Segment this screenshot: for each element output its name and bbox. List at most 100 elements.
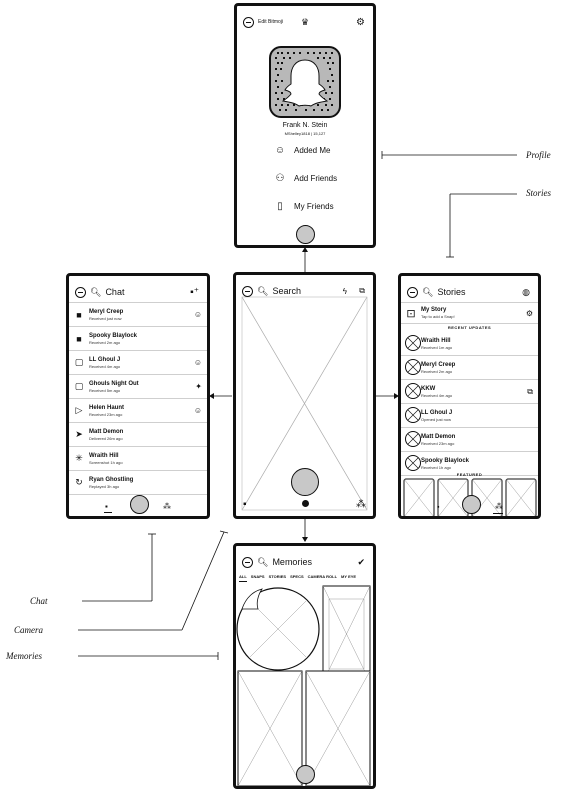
- chat-nav-icon[interactable]: ▪: [243, 499, 247, 510]
- story-row[interactable]: Wraith Hill Received 1m ago: [401, 332, 538, 356]
- row-status: Received 5m ago: [89, 387, 121, 393]
- capture-button[interactable]: [296, 225, 315, 244]
- bitmoji-icon[interactable]: [75, 286, 86, 298]
- row-status: Screenshot 1h ago: [89, 459, 123, 465]
- search-icon[interactable]: 🔍︎: [422, 287, 433, 298]
- row-status: Received 4m ago: [89, 363, 121, 369]
- row-name: Spooky Blaylock: [421, 457, 470, 464]
- tab-camera-roll[interactable]: CAMERA ROLL: [308, 574, 337, 582]
- row-name: Meryl Creep: [89, 308, 124, 315]
- book-icon: ▯: [277, 201, 283, 212]
- story-row[interactable]: KKW Received 4m ago ⧉: [401, 380, 538, 404]
- search-label[interactable]: Search: [272, 286, 301, 296]
- chat-row[interactable]: ■ Meryl Creep Received just now ☺: [69, 303, 207, 327]
- chat-row[interactable]: ■ Spooky Blaylock Received 2m ago: [69, 327, 207, 351]
- discover-nav-icon[interactable]: ⁂: [163, 502, 171, 511]
- chat-row[interactable]: ▷ Helen Haunt Received 23m ago ☺: [69, 399, 207, 423]
- status-icon: ➤: [75, 429, 83, 439]
- menu-added-me[interactable]: ☺ Added Me: [274, 145, 331, 156]
- row-name: KKW: [421, 385, 436, 392]
- tab-all[interactable]: ALL: [239, 574, 247, 582]
- row-name: Ryan Ghostling: [89, 476, 134, 483]
- chat-nav-icon[interactable]: ▪: [105, 502, 108, 511]
- chat-screen: 🔍︎ Chat ▪⁺ ■ Meryl Creep Received just now…: [66, 273, 210, 519]
- flash-icon[interactable]: ϟ: [343, 287, 347, 296]
- menu-my-friends[interactable]: ▯ My Friends: [274, 201, 334, 212]
- capture-button[interactable]: [462, 495, 481, 514]
- status-icon: ▢: [74, 357, 84, 367]
- profile-username: MShelley1818 | 15,127: [284, 131, 326, 136]
- chat-list: ■ Meryl Creep Received just now ☺ ■ Spooky B…: [69, 302, 207, 495]
- chat-header: 🔍︎ Chat ▪⁺: [75, 282, 201, 302]
- chat-nav-icon[interactable]: ▪: [437, 504, 439, 511]
- search-icon[interactable]: 🔍︎: [257, 286, 268, 297]
- search-icon[interactable]: 🔍︎: [257, 557, 268, 568]
- profile-header: Edit Bitmoji ♛ ⚙: [243, 12, 367, 32]
- annotation-chat: Chat: [30, 596, 48, 606]
- menu-add-friends[interactable]: ⚇ Add Friends: [274, 173, 338, 184]
- story-row[interactable]: Matt Demon Received 23m ago: [401, 428, 538, 452]
- row-name: LL Ghoul J: [421, 409, 453, 416]
- menu-label: Added Me: [294, 146, 331, 155]
- bitmoji-icon[interactable]: [242, 556, 253, 568]
- row-name: Wraith Hill: [421, 337, 451, 344]
- story-row[interactable]: Meryl Creep Received 2m ago: [401, 356, 538, 380]
- chat-row[interactable]: ✳ Wraith Hill Screenshot 1h ago: [69, 447, 207, 471]
- row-emoji-icon: ✦: [195, 382, 202, 391]
- active-tab-indicator: [493, 513, 503, 514]
- row-status: Received 23m ago: [89, 411, 123, 417]
- row-status: Received 23m ago: [421, 440, 455, 446]
- gear-icon[interactable]: ⚙: [356, 17, 365, 28]
- gear-icon[interactable]: ⚙: [526, 309, 533, 318]
- trophy-icon[interactable]: ♛: [301, 17, 309, 28]
- bitmoji-icon[interactable]: [243, 16, 254, 28]
- chat-row[interactable]: ➤ Matt Demon Delivered 26m ago: [69, 423, 207, 447]
- search-icon[interactable]: 🔍︎: [90, 287, 101, 298]
- profile-name: Frank N. Stein: [282, 122, 328, 129]
- row-name: Matt Demon: [421, 433, 456, 440]
- capture-button[interactable]: [130, 495, 149, 514]
- chat-row[interactable]: ▢ Ghouls Night Out Received 5m ago ✦: [69, 375, 207, 399]
- discover-nav-icon[interactable]: ⁂: [495, 502, 503, 511]
- status-icon: ↻: [75, 477, 83, 487]
- avatar: [405, 358, 421, 377]
- row-status: Received just now: [89, 315, 122, 321]
- capture-button[interactable]: [296, 765, 315, 784]
- profile-screen: Edit Bitmoji ♛ ⚙ Frank N. Stein MShelley…: [234, 3, 376, 248]
- edit-bitmoji-link[interactable]: Edit Bitmoji: [258, 19, 283, 25]
- flip-camera-icon[interactable]: ⧉: [359, 286, 365, 296]
- row-emoji-icon: ☺: [193, 310, 202, 319]
- story-row[interactable]: LL Ghoul J Opened just now: [401, 404, 538, 428]
- chat-row[interactable]: ↻ Ryan Ghostling Replayed 3h ago: [69, 471, 207, 495]
- my-story-row[interactable]: ⊡ My Story Tap to add a Snap! ⚙: [401, 302, 538, 324]
- row-emoji-icon: ☺: [193, 358, 202, 367]
- avatar: [405, 430, 421, 449]
- shutter-button[interactable]: [291, 468, 319, 496]
- memories-dot-icon[interactable]: [302, 500, 309, 507]
- new-chat-icon[interactable]: ▪⁺: [190, 287, 199, 298]
- discover-nav-icon[interactable]: ⁂: [356, 499, 366, 510]
- my-story-label: My Story: [421, 307, 447, 313]
- snapcode-dots: [275, 52, 334, 111]
- bitmoji-icon[interactable]: [242, 285, 253, 297]
- memories-screen: 🔍︎ Memories ✔ ALL SNAPS STORIES SPECS CA…: [233, 543, 376, 789]
- status-icon: ■: [76, 333, 82, 344]
- active-tab-indicator: [104, 512, 112, 513]
- camera-header: 🔍︎ Search ϟ ⧉: [242, 281, 367, 301]
- bitmoji-icon[interactable]: [407, 286, 418, 298]
- menu-label: My Friends: [294, 202, 334, 211]
- tab-snaps[interactable]: SNAPS: [251, 574, 265, 582]
- status-icon: ▷: [75, 405, 83, 415]
- tab-stories[interactable]: STORIES: [269, 574, 287, 582]
- stories-title: Stories: [437, 287, 466, 297]
- tab-my-eyes[interactable]: MY EYE: [341, 574, 356, 582]
- snapcode[interactable]: [269, 46, 341, 118]
- globe-icon[interactable]: ◍: [522, 287, 530, 298]
- row-status: Replayed 3h ago: [89, 483, 120, 489]
- tab-specs[interactable]: SPECS: [290, 574, 304, 582]
- annotation-stories: Stories: [526, 188, 552, 198]
- select-check-icon[interactable]: ✔: [357, 557, 365, 568]
- row-name: LL Ghoul J: [89, 356, 121, 363]
- chat-row[interactable]: ▢ LL Ghoul J Received 4m ago ☺: [69, 351, 207, 375]
- memories-header: 🔍︎ Memories ✔: [242, 552, 367, 572]
